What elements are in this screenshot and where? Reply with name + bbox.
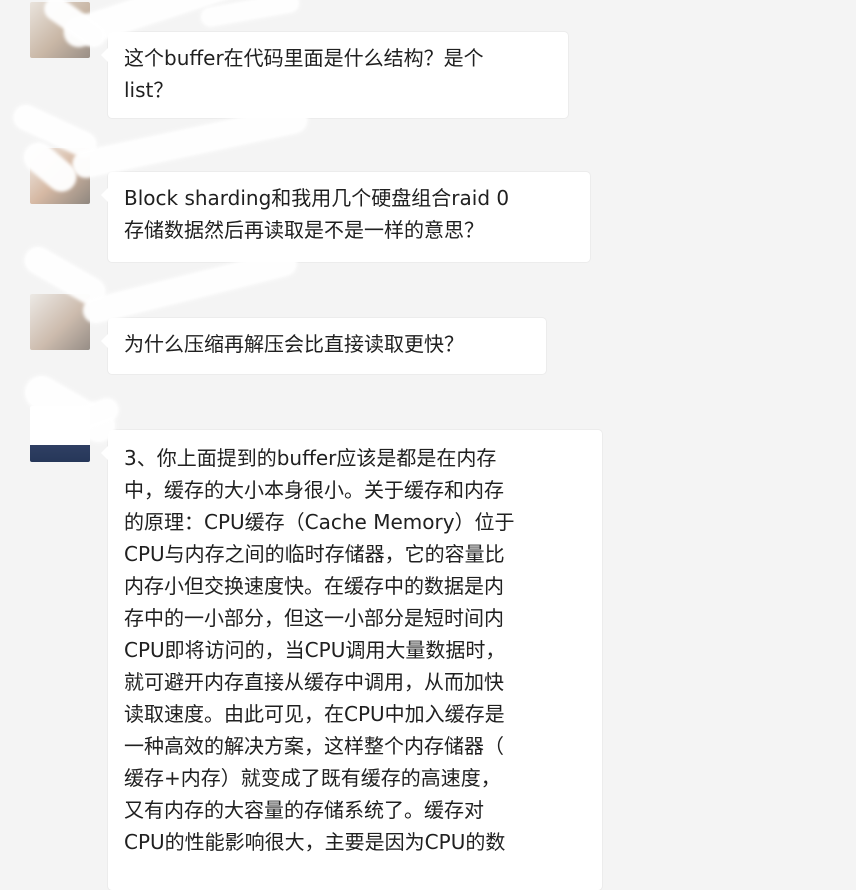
message-bubble[interactable]: 这个buffer在代码里面是什么结构？是个 list？ [101,32,568,118]
message-text: 这个buffer在代码里面是什么结构？是个 list？ [124,46,484,102]
message-text: 3、你上面提到的buffer应该是都是在内存 中，缓存的大小本身很小。关于缓存和… [124,446,515,854]
redaction-mark [199,0,301,29]
sender-avatar[interactable] [30,294,90,350]
message-text: Block sharding和我用几个硬盘组合raid 0 存储数据然后再读取是… [124,186,510,242]
chat-area: 这个buffer在代码里面是什么结构？是个 list？ Block shardi… [0,0,856,890]
message-bubble[interactable]: Block sharding和我用几个硬盘组合raid 0 存储数据然后再读取是… [101,172,590,262]
message-bubble[interactable]: 3、你上面提到的buffer应该是都是在内存 中，缓存的大小本身很小。关于缓存和… [101,430,602,890]
message-bubble[interactable]: 为什么压缩再解压会比直接读取更快？ [101,318,546,374]
message-text: 为什么压缩再解压会比直接读取更快？ [124,332,464,356]
